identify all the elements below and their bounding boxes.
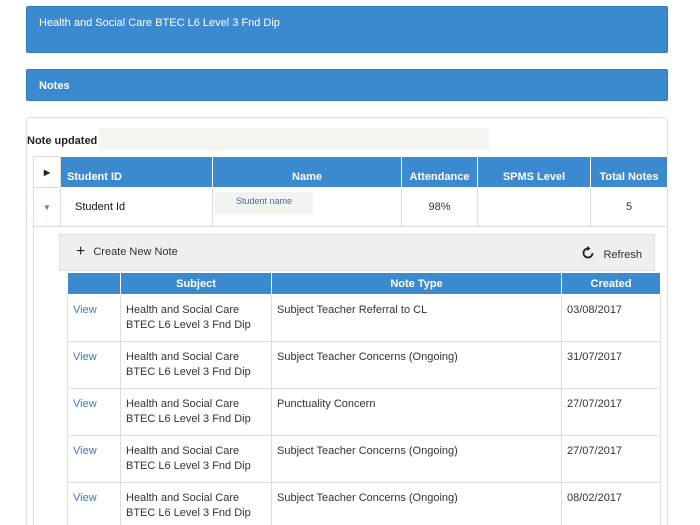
view-link[interactable]: View [67, 482, 121, 525]
created-cell: 27/07/2017 [561, 435, 661, 483]
attendance-value: 98% [401, 187, 478, 227]
table-row: View Health and Social Care BTEC L6 Leve… [67, 294, 661, 342]
created-cell: 03/08/2017 [561, 294, 661, 342]
refresh-button[interactable]: Refresh [581, 246, 642, 263]
triangle-down-icon: ▼ [43, 202, 51, 212]
subject-cell: Health and Social Care BTEC L6 Level 3 F… [120, 388, 272, 436]
create-note-label: Create New Note [93, 246, 178, 258]
course-title: Health and Social Care BTEC L6 Level 3 F… [39, 17, 280, 29]
student-name-cell: Student name [212, 187, 402, 227]
table-row: View Health and Social Care BTEC L6 Leve… [67, 341, 661, 389]
course-banner: Health and Social Care BTEC L6 Level 3 F… [26, 6, 668, 53]
note-type-cell: Subject Teacher Referral to CL [271, 294, 562, 342]
student-name-value: Student name [215, 192, 313, 214]
col-view [67, 272, 121, 295]
table-row: View Health and Social Care BTEC L6 Leve… [67, 435, 661, 483]
view-link[interactable]: View [67, 388, 121, 436]
triangle-right-icon: ▶ [43, 167, 51, 177]
student-row[interactable]: ▼ Student Id Student name 98% 5 [33, 187, 668, 227]
subject-cell: Health and Social Care BTEC L6 Level 3 F… [120, 482, 272, 525]
notes-table: Subject Note Type Created View Health an… [67, 272, 661, 525]
subject-cell: Health and Social Care BTEC L6 Level 3 F… [120, 341, 272, 389]
plus-icon: + [76, 243, 86, 260]
col-total-notes[interactable]: Total Notes [590, 156, 668, 188]
created-cell: 08/02/2017 [561, 482, 661, 525]
total-notes-value: 5 [590, 187, 668, 227]
col-note-type[interactable]: Note Type [271, 272, 562, 295]
note-type-cell: Subject Teacher Concerns (Ongoing) [271, 482, 562, 525]
student-table-header: ▶ Student ID Name Attendance SPMS Level … [33, 156, 668, 188]
spms-level-value [477, 187, 591, 227]
table-row: View Health and Social Care BTEC L6 Leve… [67, 388, 661, 436]
notes-banner[interactable]: Notes [26, 69, 668, 101]
col-spms-level[interactable]: SPMS Level [477, 156, 591, 188]
note-updated-value [99, 128, 489, 150]
row-collapse-toggle[interactable]: ▼ [33, 187, 61, 227]
table-row: View Health and Social Care BTEC L6 Leve… [67, 482, 661, 525]
subject-cell: Health and Social Care BTEC L6 Level 3 F… [120, 435, 272, 483]
created-cell: 27/07/2017 [561, 388, 661, 436]
notes-title: Notes [39, 80, 70, 92]
subject-cell: Health and Social Care BTEC L6 Level 3 F… [120, 294, 272, 342]
student-table: ▶ Student ID Name Attendance SPMS Level … [33, 156, 668, 227]
note-updated-label: Note updated [27, 135, 98, 147]
view-link[interactable]: View [67, 435, 121, 483]
refresh-label: Refresh [603, 248, 642, 261]
view-link[interactable]: View [67, 294, 121, 342]
col-created[interactable]: Created [561, 272, 661, 295]
note-type-cell: Subject Teacher Concerns (Ongoing) [271, 341, 562, 389]
note-type-cell: Subject Teacher Concerns (Ongoing) [271, 435, 562, 483]
notes-panel: Note updated ▶ Student ID Name Attendanc… [26, 117, 668, 525]
col-attendance[interactable]: Attendance [401, 156, 478, 188]
notes-toolbar: + Create New Note Refresh [59, 234, 655, 271]
student-id-value: Student Id [60, 187, 213, 227]
created-cell: 31/07/2017 [561, 341, 661, 389]
note-type-cell: Punctuality Concern [271, 388, 562, 436]
refresh-icon [581, 246, 595, 263]
create-note-button[interactable]: + Create New Note [76, 243, 178, 260]
col-subject[interactable]: Subject [120, 272, 272, 295]
expand-all-toggle[interactable]: ▶ [33, 156, 61, 188]
view-link[interactable]: View [67, 341, 121, 389]
col-student-id[interactable]: Student ID [60, 156, 213, 188]
col-name[interactable]: Name [212, 156, 402, 188]
notes-table-header: Subject Note Type Created [67, 272, 661, 295]
